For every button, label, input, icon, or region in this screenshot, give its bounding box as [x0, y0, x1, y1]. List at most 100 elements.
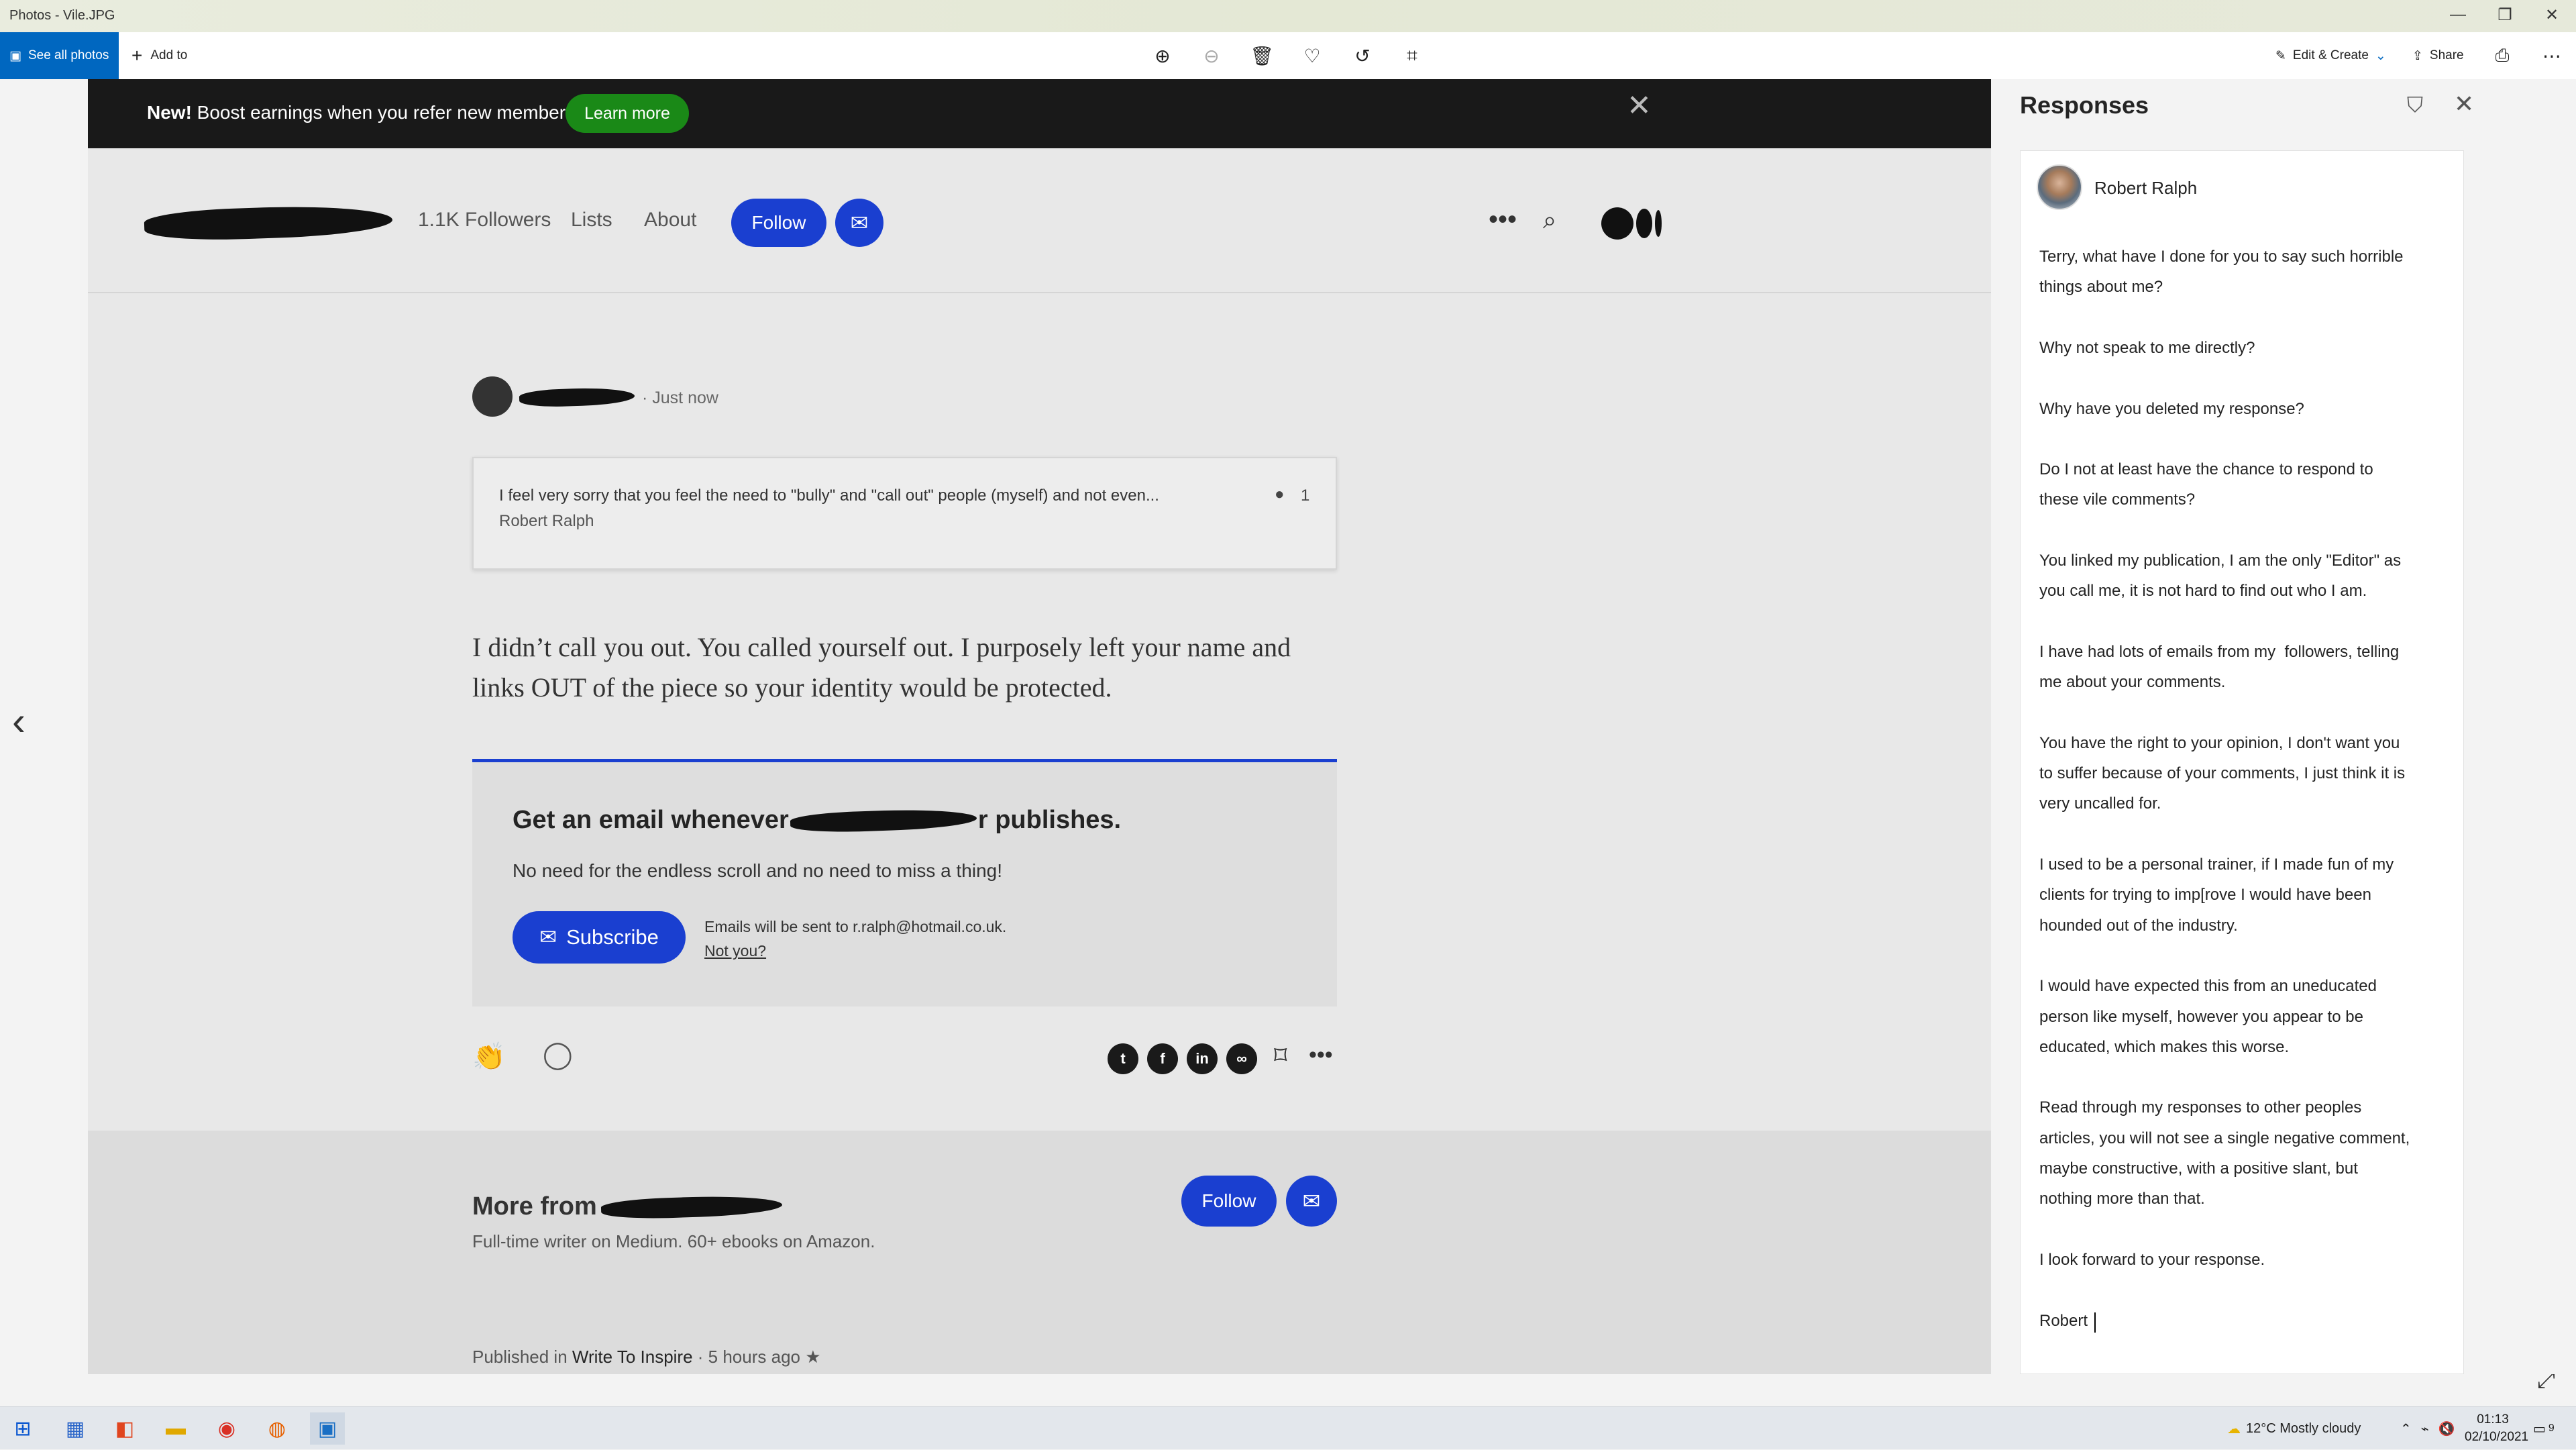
- clock-date: 02/10/2021: [2465, 1430, 2529, 1444]
- close-responses-icon[interactable]: ✕: [2454, 90, 2474, 118]
- zoom-in-icon[interactable]: ⊕: [1142, 32, 1183, 79]
- volume-muted-icon[interactable]: 🔇: [2438, 1420, 2455, 1437]
- network-icon[interactable]: ⌁: [2421, 1420, 2429, 1437]
- facebook-icon[interactable]: f: [1147, 1043, 1178, 1074]
- share-icon: ⇪: [2412, 48, 2423, 63]
- response-line: Do I not at least have the chance to res…: [2039, 460, 2373, 479]
- edit-create-label: Edit & Create: [2292, 48, 2369, 62]
- response-line: Why have you deleted my response?: [2039, 399, 2304, 418]
- not-you-link[interactable]: Not you?: [704, 942, 766, 960]
- clock-time: 01:13: [2477, 1412, 2509, 1427]
- weather-text: 12°C Mostly cloudy: [2246, 1420, 2361, 1436]
- lists-link[interactable]: Lists: [571, 209, 612, 231]
- share-button[interactable]: ⇪ Share: [2412, 32, 2464, 79]
- edit-create-button[interactable]: ✎ Edit & Create ⌄: [2275, 32, 2386, 79]
- quoted-response-card[interactable]: I feel very sorry that you feel the need…: [472, 457, 1337, 570]
- shield-icon[interactable]: ⛉: [2407, 93, 2423, 118]
- follow-button[interactable]: Follow: [731, 199, 826, 247]
- more-from-section: More from Full-time writer on Medium. 60…: [88, 1131, 1991, 1374]
- clap-icon[interactable]: 👏: [472, 1041, 506, 1072]
- start-windows-icon[interactable]: ⊞: [5, 1412, 40, 1445]
- medium-logo-icon[interactable]: [1601, 207, 1662, 240]
- author-avatar[interactable]: [472, 376, 513, 417]
- chevron-up-icon[interactable]: ⌃: [2400, 1420, 2412, 1437]
- publication-link[interactable]: Write To Inspire: [572, 1347, 693, 1367]
- title-bar: Photos - Vile.JPG — ❐ ✕: [0, 0, 2576, 32]
- quoted-author: Robert Ralph: [499, 512, 594, 530]
- redacted-author-name: [144, 203, 393, 243]
- search-icon[interactable]: ⌕: [1543, 206, 1556, 235]
- published-suffix: · 5 hours ago ★: [692, 1347, 821, 1367]
- minimize-button[interactable]: —: [2438, 5, 2478, 24]
- learn-more-button[interactable]: Learn more: [566, 94, 689, 133]
- print-icon[interactable]: ⎙: [2482, 32, 2522, 79]
- subscribe-button[interactable]: ✉ Subscribe: [513, 911, 686, 964]
- see-all-photos-button[interactable]: ▣ See all photos: [0, 32, 119, 79]
- redacted-author-name-2: [790, 807, 977, 834]
- crop-icon[interactable]: ⌗: [1392, 32, 1432, 79]
- office-app-icon[interactable]: ◧: [107, 1412, 142, 1445]
- favorite-heart-icon[interactable]: ♡: [1292, 32, 1332, 79]
- calculator-app-icon[interactable]: ▦: [58, 1412, 93, 1445]
- followers-link[interactable]: 1.1K Followers: [418, 209, 551, 231]
- previous-image-arrow-icon[interactable]: ‹: [12, 698, 25, 744]
- body-paragraph-line-2: links OUT of the piece so your identity …: [472, 672, 1112, 703]
- photos-app-icon[interactable]: ▣: [310, 1412, 345, 1445]
- bookmark-icon[interactable]: ⌑: [1274, 1041, 1287, 1071]
- file-explorer-icon[interactable]: ▬: [158, 1412, 193, 1445]
- close-banner-icon[interactable]: ✕: [1627, 89, 1652, 123]
- about-link[interactable]: About: [644, 209, 696, 231]
- zoom-out-icon[interactable]: ⊖: [1191, 32, 1232, 79]
- clock[interactable]: 01:13 02/10/2021: [2465, 1411, 2529, 1446]
- rotate-icon[interactable]: ↺: [1342, 32, 1383, 79]
- subscribe-mail-icon-2[interactable]: ✉: [1286, 1176, 1337, 1227]
- plus-icon: +: [131, 45, 143, 66]
- comment-count: 1: [1301, 486, 1310, 505]
- responses-title: Responses: [2020, 91, 2149, 119]
- published-info: Published in Write To Inspire · 5 hours …: [472, 1347, 821, 1367]
- restore-button[interactable]: ❐: [2485, 5, 2525, 25]
- responder-name: Robert Ralph: [2094, 178, 2198, 198]
- see-all-label: See all photos: [28, 48, 109, 62]
- subscribe-subtitle: No need for the endless scroll and no ne…: [513, 860, 1002, 881]
- subscribe-mail-icon[interactable]: ✉: [835, 199, 883, 247]
- window-title: Photos - Vile.JPG: [9, 8, 115, 23]
- link-icon[interactable]: ∞: [1226, 1043, 1257, 1074]
- subscribe-title: Get an email whenever r publishes.: [513, 806, 1121, 835]
- response-editor-card[interactable]: Robert Ralph Terry, what have I done for…: [2020, 150, 2464, 1374]
- edit-icon: ✎: [2275, 48, 2286, 63]
- windows-taskbar: ⊞ ▦ ◧ ▬ ◉ ◍ ▣ ☁ 12°C Mostly cloudy ⌃ ⌁ 🔇…: [0, 1406, 2576, 1449]
- follow-button-2[interactable]: Follow: [1181, 1176, 1277, 1227]
- redacted-author-name-3: [600, 1193, 783, 1221]
- response-line: I would have expected this from an unedu…: [2039, 977, 2377, 996]
- weather-widget[interactable]: ☁ 12°C Mostly cloudy: [2227, 1407, 2361, 1450]
- add-to-label: Add to: [150, 48, 188, 62]
- chrome-icon[interactable]: ◉: [209, 1412, 244, 1445]
- response-line: nothing more than that.: [2039, 1190, 2205, 1208]
- notifications-button[interactable]: ▭ 9: [2533, 1407, 2555, 1450]
- firefox-icon[interactable]: ◍: [260, 1412, 294, 1445]
- response-line: very uncalled for.: [2039, 794, 2161, 813]
- banner-new-label: New!: [147, 102, 192, 123]
- response-line: things about me?: [2039, 278, 2163, 297]
- comment-bubble-icon[interactable]: ◯: [543, 1039, 573, 1070]
- more-menu-icon[interactable]: •••: [1489, 205, 1517, 235]
- twitter-icon[interactable]: t: [1108, 1043, 1138, 1074]
- linkedin-icon[interactable]: in: [1187, 1043, 1218, 1074]
- response-line: hounded out of the industry.: [2039, 916, 2238, 935]
- response-line: I used to be a personal trainer, if I ma…: [2039, 856, 2394, 874]
- add-to-button[interactable]: + Add to: [131, 32, 187, 79]
- response-line: I look forward to your response.: [2039, 1250, 2265, 1269]
- banner-message: Boost earnings when you refer new member…: [191, 102, 580, 123]
- delete-icon[interactable]: 🗑: [1242, 32, 1282, 79]
- response-line: Read through my responses to other peopl…: [2039, 1098, 2362, 1117]
- system-tray: ⌃ ⌁ 🔇: [2400, 1407, 2455, 1450]
- response-line: to suffer because of your comments, I ju…: [2039, 764, 2406, 783]
- more-from-label: More from: [472, 1192, 597, 1221]
- banner-text: New! Boost earnings when you refer new m…: [147, 102, 580, 123]
- more-actions-icon[interactable]: •••: [1309, 1042, 1333, 1068]
- more-options-icon[interactable]: ⋯: [2532, 32, 2572, 79]
- close-window-button[interactable]: ✕: [2532, 5, 2572, 25]
- comment-icon: ●: [1275, 485, 1285, 503]
- notification-count: 9: [2548, 1422, 2555, 1434]
